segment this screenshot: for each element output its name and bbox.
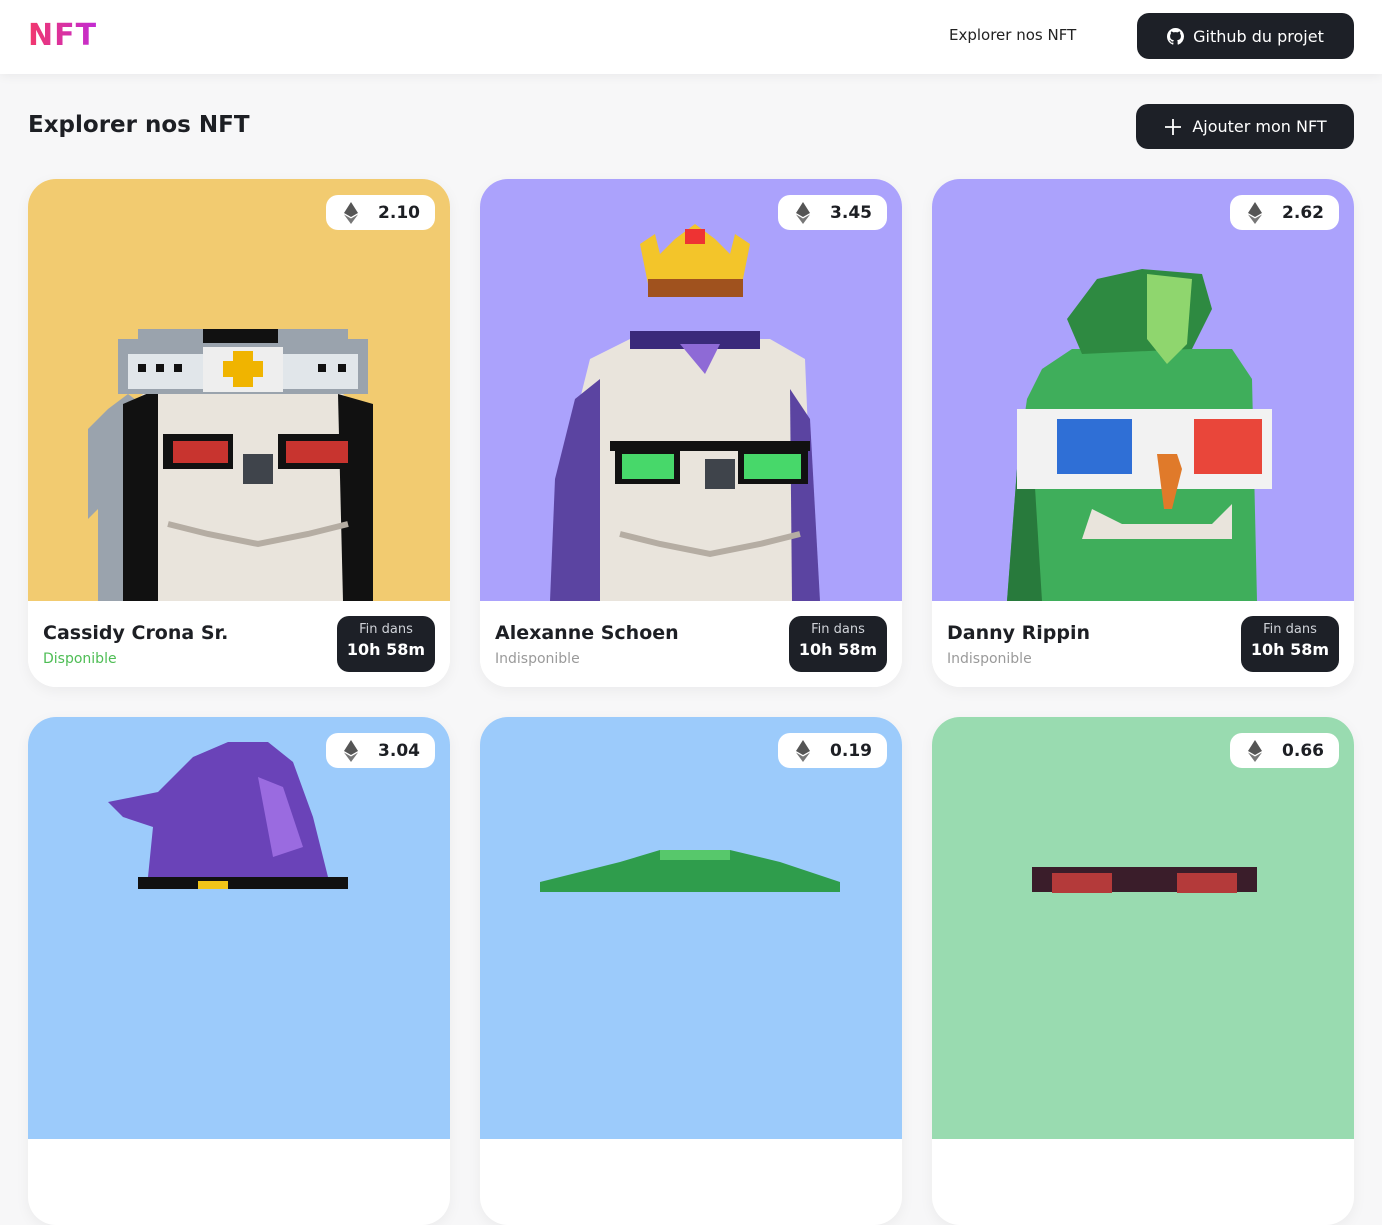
nft-image [28,179,450,601]
page-title: Explorer nos NFT [28,112,250,138]
countdown-value: 10h 58m [346,640,426,659]
nft-card[interactable]: 3.04 [28,717,450,1225]
price-value: 2.10 [378,202,420,223]
nav-link-explore[interactable]: Explorer nos NFT [949,26,1076,44]
nft-name: Alexanne Schoen [495,622,679,644]
nft-status: Indisponible [947,651,1032,667]
ethereum-icon [1248,201,1263,224]
price-value: 3.04 [378,740,420,761]
ethereum-icon [344,739,359,762]
countdown-badge: Fin dans 10h 58m [337,616,435,672]
nft-card[interactable]: 0.66 [932,717,1354,1225]
plus-icon [1165,118,1182,135]
nft-card[interactable]: 2.62 Danny Rippin Indisponible Fin dans … [932,179,1354,687]
nft-image [932,717,1354,1139]
github-icon [1167,27,1185,45]
github-button[interactable]: Github du projet [1137,13,1354,59]
card-info: Danny Rippin Indisponible Fin dans 10h 5… [932,601,1354,687]
nft-card[interactable]: 0.19 [480,717,902,1225]
nft-image [28,717,450,1139]
countdown-badge: Fin dans 10h 58m [789,616,887,672]
card-info: Alexanne Schoen Indisponible Fin dans 10… [480,601,902,687]
ethereum-icon [796,201,811,224]
ethereum-icon [1248,739,1263,762]
nft-image [480,717,902,1139]
countdown-value: 10h 58m [798,640,878,659]
countdown-label: Fin dans [1263,622,1317,637]
nft-card[interactable]: 3.45 Alexanne Schoen Indisponible Fin da… [480,179,902,687]
price-tag: 3.04 [326,733,435,768]
card-info: Cassidy Crona Sr. Disponible Fin dans 10… [28,601,450,687]
price-value: 2.62 [1282,202,1324,223]
nft-image [480,179,902,601]
logo[interactable]: NFT [28,18,97,53]
countdown-badge: Fin dans 10h 58m [1241,616,1339,672]
countdown-label: Fin dans [811,622,865,637]
price-tag: 3.45 [778,195,887,230]
price-value: 0.66 [1282,740,1324,761]
add-nft-button[interactable]: Ajouter mon NFT [1136,104,1354,149]
add-nft-button-label: Ajouter mon NFT [1192,117,1327,136]
nft-status: Disponible [43,651,117,667]
github-button-label: Github du projet [1193,26,1324,46]
price-tag: 2.10 [326,195,435,230]
top-navbar: NFT Explorer nos NFT Github du projet [0,0,1382,74]
price-value: 3.45 [830,202,872,223]
ethereum-icon [796,739,811,762]
nft-card[interactable]: 2.10 Cassidy Crona Sr. Disponible Fin da… [28,179,450,687]
price-tag: 0.19 [778,733,887,768]
nft-status: Indisponible [495,651,580,667]
price-value: 0.19 [830,740,872,761]
nft-name: Cassidy Crona Sr. [43,622,229,644]
nft-image [932,179,1354,601]
ethereum-icon [344,201,359,224]
countdown-label: Fin dans [359,622,413,637]
countdown-value: 10h 58m [1250,640,1330,659]
nft-name: Danny Rippin [947,622,1091,644]
price-tag: 0.66 [1230,733,1339,768]
price-tag: 2.62 [1230,195,1339,230]
